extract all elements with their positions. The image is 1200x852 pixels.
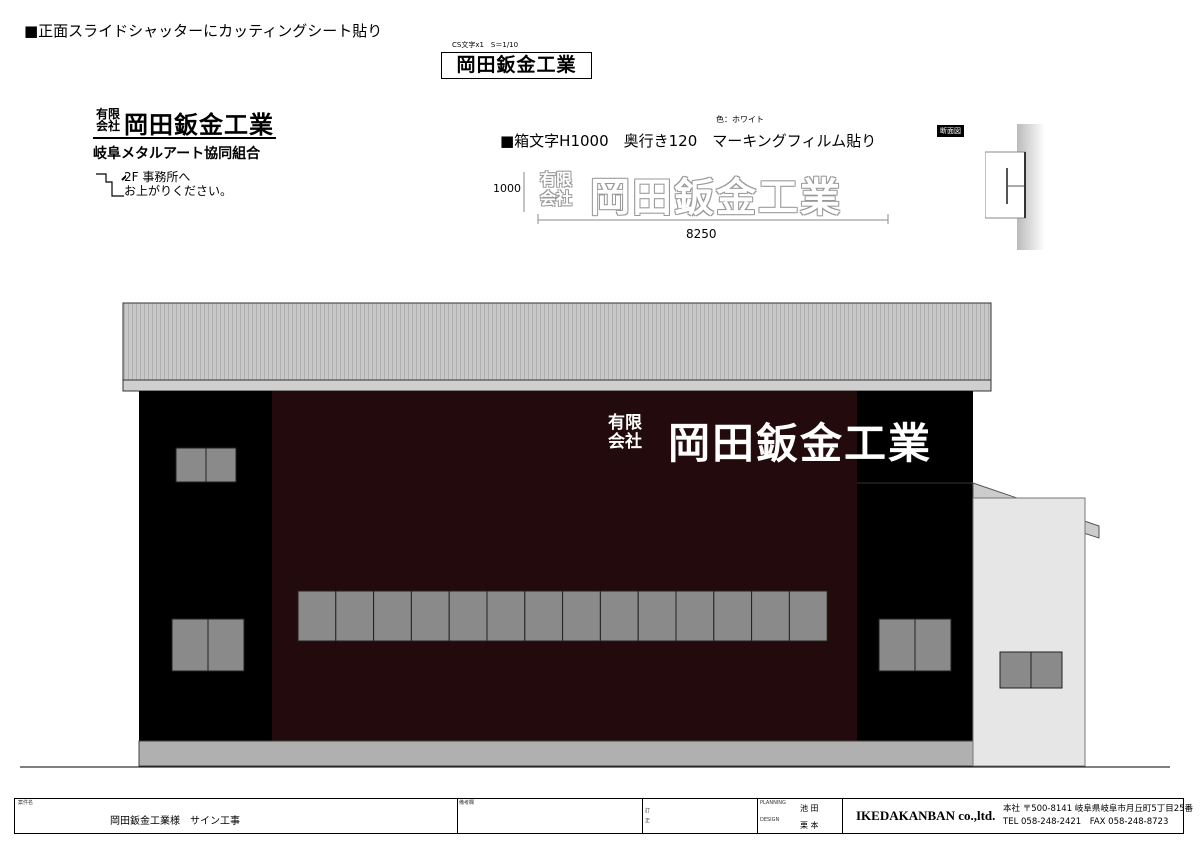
left-sign-divider (93, 137, 276, 139)
sample-letter-box: 岡田鈑金工業 (441, 52, 592, 79)
outline-company-type: 有限 会社 (540, 170, 573, 208)
company-address: 本社 〒500-8141 岐阜県岐阜市月丘町5丁目25番 TEL 058-248… (1003, 804, 1194, 827)
shutter-window (448, 590, 488, 642)
outline-company-name: 岡田鈑金工業 (590, 175, 842, 221)
section-label: 断面図 (937, 125, 964, 137)
stairs-arrow-icon (96, 173, 126, 197)
shutter-window (751, 590, 790, 642)
height-dimension: 1000 (493, 182, 521, 195)
revision-label-2: 正 (645, 818, 651, 824)
shutter-window (562, 590, 601, 642)
left-sign-company-name: 岡田鈑金工業 (124, 111, 274, 139)
planning-name: 池 田 (800, 804, 819, 813)
building-sign-company-type: 有限 会社 (608, 413, 642, 452)
left-sign-company-type: 有限 会社 (96, 107, 121, 133)
spec-description: ■箱文字H1000 奥行き120 マーキングフィルム貼り (500, 132, 877, 150)
shutter-window (713, 590, 753, 642)
company-name: IKEDAKANBAN co.,ltd. (856, 808, 996, 823)
project-label: 案件名 (18, 800, 34, 806)
shutter-window (524, 590, 564, 642)
building-sign-company-name: 岡田鈑金工業 (668, 419, 933, 468)
shutter-window (637, 590, 677, 642)
design-name: 栗 本 (800, 821, 819, 830)
building-elevation (20, 302, 1170, 768)
left-sign-guild: 岐阜メタルアート協同組合 (93, 146, 261, 162)
direction-text: 2F 事務所へ お上がりください。 (124, 170, 233, 198)
roof (122, 302, 992, 382)
shutter-window (788, 590, 828, 642)
shutter-window (297, 590, 337, 642)
shutter-window (486, 590, 526, 642)
revision-label-1: 訂 (645, 808, 651, 814)
drawing-heading: ■正面スライドシャッターにカッティングシート貼り (24, 22, 383, 40)
shutter-window (410, 590, 450, 642)
shutter-window (599, 590, 639, 642)
remarks-label: 備考欄 (459, 800, 475, 806)
width-dimension: 8250 (686, 227, 717, 241)
planning-label: PLANNING (760, 800, 786, 806)
design-label: DESIGN (760, 817, 780, 823)
shutter-window (373, 590, 412, 642)
section-drawing (985, 124, 1045, 250)
cs-note: CS文字x1 S＝1/10 (452, 41, 519, 49)
annex (972, 497, 1086, 767)
project-name: 岡田鈑金工業様 サイン工事 (110, 816, 240, 827)
shutter-window (335, 590, 375, 642)
color-note: 色：ホワイト (716, 115, 764, 124)
shutter-window (675, 590, 715, 642)
